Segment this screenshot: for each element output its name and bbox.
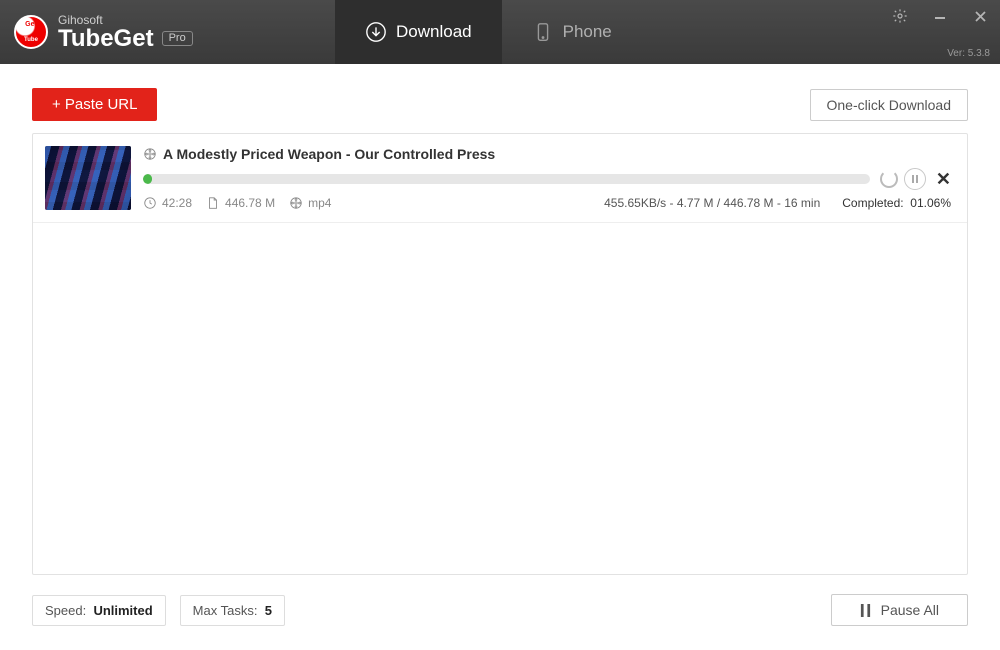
pause-all-button[interactable]: Pause All: [831, 594, 968, 626]
clock-icon: [143, 196, 157, 210]
close-window-button[interactable]: [960, 0, 1000, 32]
format-icon: [289, 196, 303, 210]
video-thumbnail: [45, 146, 131, 210]
tab-phone[interactable]: Phone: [502, 0, 642, 64]
company-name: Gihosoft: [58, 14, 193, 26]
product-name-text: TubeGet: [58, 27, 154, 51]
tab-download-label: Download: [396, 22, 472, 42]
pause-icon: [911, 175, 919, 183]
file-icon: [206, 196, 220, 210]
tab-phone-label: Phone: [563, 22, 612, 42]
download-list: A Modestly Priced Weapon - Our Controlle…: [32, 133, 968, 575]
gear-icon: [892, 8, 908, 24]
video-format: mp4: [308, 196, 331, 210]
pause-icon: [860, 604, 871, 617]
pro-badge: Pro: [162, 31, 193, 46]
download-icon: [365, 21, 387, 43]
phone-icon: [532, 21, 554, 43]
version-label: Ver: 5.3.8: [947, 48, 990, 59]
brand-area: Get Gihosoft TubeGet Pro: [0, 0, 335, 64]
minimize-icon: [933, 9, 947, 23]
one-click-download-button[interactable]: One-click Download: [810, 89, 969, 121]
close-icon: [974, 10, 987, 23]
app-logo: Get: [14, 15, 48, 49]
cancel-item-button[interactable]: ✕: [936, 169, 951, 190]
progress-bar: [143, 174, 870, 184]
speed-label: Speed:: [45, 603, 86, 618]
completed-label: Completed:: [842, 196, 903, 210]
completed-value: 01.06%: [910, 196, 951, 210]
paste-url-button[interactable]: + Paste URL: [32, 88, 157, 121]
speed-value: Unlimited: [93, 603, 152, 618]
video-title: A Modestly Priced Weapon - Our Controlle…: [163, 146, 495, 162]
max-tasks-label: Max Tasks:: [193, 603, 258, 618]
video-size: 446.78 M: [225, 196, 275, 210]
max-tasks-setting[interactable]: Max Tasks: 5: [180, 595, 285, 626]
progress-fill: [143, 174, 152, 184]
minimize-button[interactable]: [920, 0, 960, 32]
film-icon: [143, 147, 157, 161]
speed-setting[interactable]: Speed: Unlimited: [32, 595, 166, 626]
tab-download[interactable]: Download: [335, 0, 502, 64]
max-tasks-value: 5: [265, 603, 272, 618]
pause-item-button[interactable]: [904, 168, 926, 190]
download-item: A Modestly Priced Weapon - Our Controlle…: [33, 134, 967, 223]
video-duration: 42:28: [162, 196, 192, 210]
loading-spinner-icon: [880, 170, 898, 188]
settings-button[interactable]: [880, 0, 920, 32]
speed-eta: 455.65KB/s - 4.77 M / 446.78 M - 16 min: [604, 196, 820, 210]
pause-all-label: Pause All: [881, 602, 939, 618]
product-name: TubeGet Pro: [58, 27, 193, 51]
